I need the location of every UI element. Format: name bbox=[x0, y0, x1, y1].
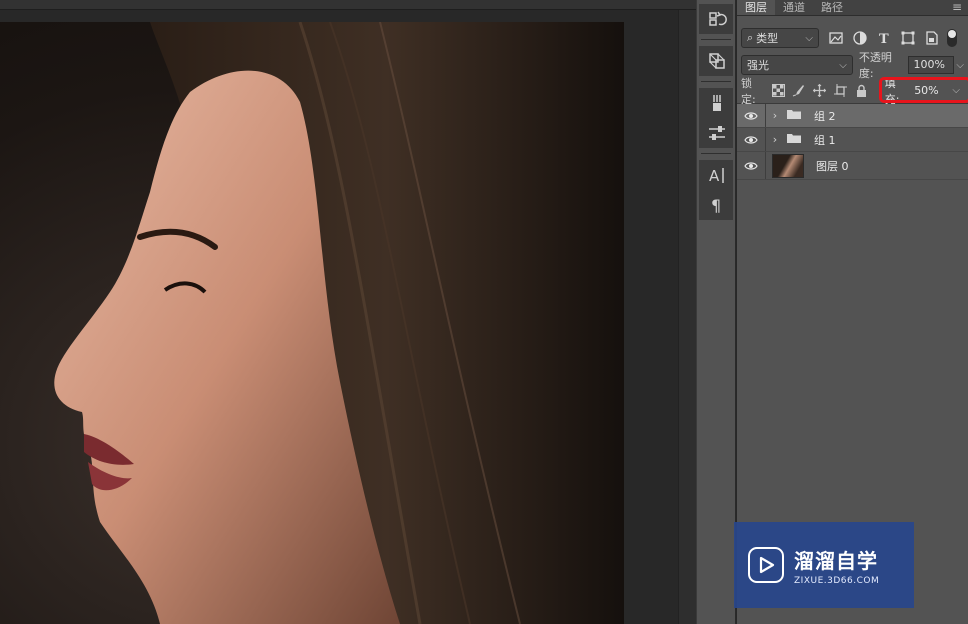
layer-name: 组 2 bbox=[814, 109, 836, 123]
tab-paths[interactable]: 路径 bbox=[813, 0, 851, 15]
brush-settings-icon[interactable] bbox=[699, 88, 735, 118]
lock-image-pixels-icon[interactable] bbox=[792, 83, 807, 99]
vertical-scrollbar[interactable] bbox=[678, 10, 696, 624]
shape-filter-icon[interactable] bbox=[899, 29, 917, 47]
folder-icon bbox=[786, 108, 802, 123]
blend-mode-select[interactable]: 强光 ⌵ bbox=[741, 55, 853, 75]
folder-icon bbox=[786, 132, 802, 147]
chevron-down-icon: ⌵ bbox=[805, 32, 813, 44]
lock-all-icon[interactable] bbox=[854, 83, 869, 99]
layer-row-group-2[interactable]: › 组 2 bbox=[737, 104, 968, 128]
filter-kind-select[interactable]: ⌕ 类型 ⌵ bbox=[741, 28, 819, 48]
layer-name: 组 1 bbox=[814, 133, 836, 147]
properties-icon[interactable] bbox=[699, 118, 735, 148]
watermark-title: 溜溜自学 bbox=[794, 548, 878, 573]
adjustment-filter-icon[interactable] bbox=[851, 29, 869, 47]
layer-filter-row: ⌕ 类型 ⌵ T bbox=[737, 24, 968, 52]
svg-text:A: A bbox=[709, 167, 720, 185]
lock-label: 锁定: bbox=[741, 76, 756, 106]
canvas-image[interactable] bbox=[0, 22, 624, 624]
portrait-photo bbox=[54, 22, 624, 624]
chevron-right-icon[interactable]: › bbox=[768, 133, 782, 146]
search-icon: ⌕ bbox=[747, 31, 754, 44]
history-icon[interactable] bbox=[699, 4, 735, 34]
svg-text:T: T bbox=[879, 32, 889, 45]
svg-text:¶: ¶ bbox=[711, 196, 721, 215]
document-tab-strip bbox=[0, 0, 696, 10]
chevron-down-icon[interactable]: ⌵ bbox=[956, 60, 964, 71]
fill-highlight-annotation bbox=[878, 76, 968, 103]
blend-row: 强光 ⌵ 不透明度: 100% ⌵ bbox=[737, 51, 968, 80]
paragraph-icon[interactable]: ¶ bbox=[699, 190, 735, 220]
smart-object-filter-icon[interactable] bbox=[923, 29, 941, 47]
tab-layers[interactable]: 图层 bbox=[737, 0, 775, 15]
3d-icon[interactable] bbox=[699, 46, 735, 76]
lock-position-icon[interactable] bbox=[812, 83, 827, 99]
watermark: 溜溜自学 ZIXUE.3D66.COM bbox=[734, 522, 914, 608]
panel-tool-strip: A ¶ bbox=[696, 0, 736, 624]
image-filter-icon[interactable] bbox=[827, 29, 845, 47]
eye-icon[interactable] bbox=[737, 135, 765, 145]
watermark-subtitle: ZIXUE.3D66.COM bbox=[794, 575, 880, 586]
tab-channels[interactable]: 通道 bbox=[775, 0, 813, 15]
opacity-field[interactable]: 100% bbox=[908, 56, 955, 74]
layers-list: › 组 2 › 组 1 图层 0 bbox=[737, 104, 968, 180]
hamburger-menu-icon[interactable]: ≡ bbox=[946, 0, 968, 15]
layer-name: 图层 0 bbox=[816, 159, 849, 173]
character-icon[interactable]: A bbox=[699, 160, 735, 190]
eye-icon[interactable] bbox=[737, 111, 765, 121]
layer-thumbnail bbox=[772, 153, 804, 178]
layer-row-layer-0[interactable]: 图层 0 bbox=[737, 152, 968, 180]
lock-fill-row: 锁定: 填充: 50% ⌵ bbox=[737, 76, 968, 106]
filter-kind-label: 类型 bbox=[756, 32, 779, 45]
photoshop-window: A ¶ 图层 通道 路径 ≡ ⌕ 类型 ⌵ T 强光 ⌵ 不透明度: 100% … bbox=[0, 0, 968, 624]
filter-toggle[interactable] bbox=[947, 29, 957, 47]
fill-control: 填充: 50% ⌵ bbox=[878, 76, 968, 106]
eye-icon[interactable] bbox=[737, 161, 765, 171]
play-logo-icon bbox=[748, 547, 784, 583]
type-filter-icon[interactable]: T bbox=[875, 29, 893, 47]
panel-tabs: 图层 通道 路径 ≡ bbox=[737, 0, 968, 16]
chevron-down-icon: ⌵ bbox=[839, 59, 847, 71]
lock-transparent-pixels-icon[interactable] bbox=[771, 83, 786, 99]
canvas-area bbox=[0, 0, 696, 624]
lock-artboard-icon[interactable] bbox=[833, 83, 848, 99]
blend-mode-value: 强光 bbox=[747, 59, 769, 72]
chevron-right-icon[interactable]: › bbox=[768, 109, 782, 122]
layer-row-group-1[interactable]: › 组 1 bbox=[737, 128, 968, 152]
